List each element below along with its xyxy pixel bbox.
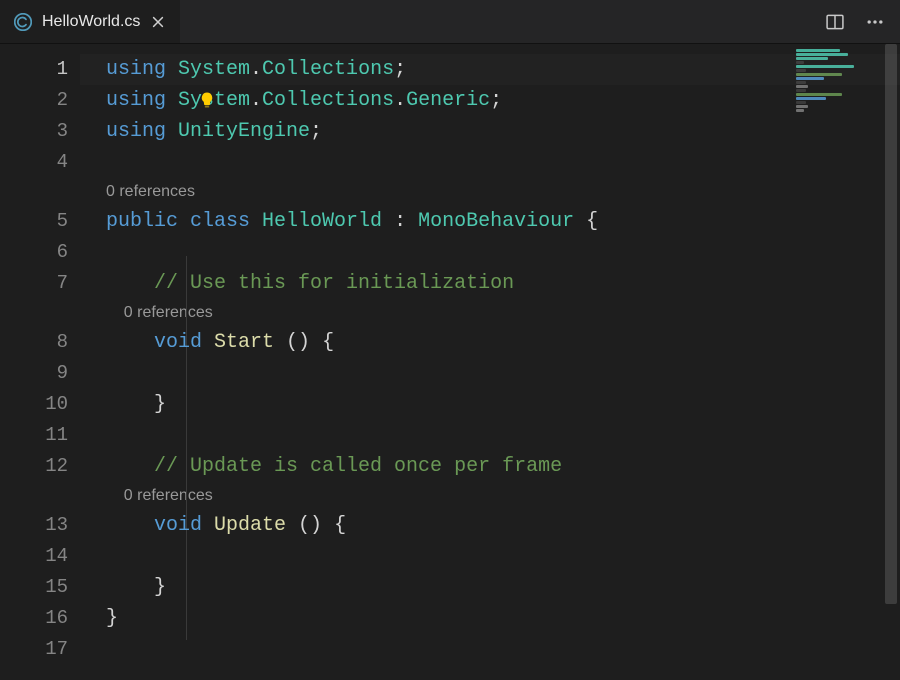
indent	[106, 362, 202, 385]
code-line[interactable]: }	[80, 389, 900, 420]
indent	[106, 393, 154, 416]
type: MonoBehaviour	[418, 210, 574, 233]
namespace: UnityEngine	[178, 120, 310, 143]
indent	[106, 576, 154, 599]
indent	[106, 545, 202, 568]
editor[interactable]: 1 2 3 4 5 6 7 8 9 10 11 12 13 14 15 16 1…	[0, 44, 900, 680]
line-number: 11	[0, 420, 80, 451]
split-editor-icon[interactable]	[824, 11, 846, 33]
code-line[interactable]	[80, 147, 900, 178]
code-line[interactable]: public class HelloWorld : MonoBehaviour …	[80, 206, 900, 237]
indent	[106, 304, 124, 321]
line-number: 6	[0, 237, 80, 268]
minimap-line	[796, 49, 840, 52]
tab-actions	[824, 0, 900, 43]
line-number-gutter: 1 2 3 4 5 6 7 8 9 10 11 12 13 14 15 16 1…	[0, 44, 80, 680]
line-number: 9	[0, 358, 80, 389]
indent	[106, 487, 124, 504]
method-name: Update	[214, 514, 286, 537]
namespace: Collections	[262, 89, 394, 112]
code-line[interactable]	[80, 358, 900, 389]
punct: }	[154, 576, 166, 599]
method-name: Start	[214, 331, 274, 354]
namespace: Collections	[262, 58, 394, 81]
punct: {	[322, 331, 334, 354]
indent	[106, 424, 154, 447]
keyword: using	[106, 58, 178, 81]
code-line[interactable]: // Update is called once per frame	[80, 451, 900, 482]
keyword: using	[106, 89, 178, 112]
codelens-text: 0 references	[124, 304, 213, 321]
code-line[interactable]: void Update () {	[80, 510, 900, 541]
indent	[106, 514, 154, 537]
codelens-references[interactable]: 0 references	[80, 299, 900, 327]
codelens-references[interactable]: 0 references	[80, 178, 900, 206]
codelens-references[interactable]: 0 references	[80, 482, 900, 510]
code-line[interactable]	[80, 634, 900, 665]
code-line[interactable]: using System.Collections;	[80, 54, 900, 85]
punct: {	[574, 210, 598, 233]
close-tab-icon[interactable]	[150, 14, 166, 30]
namespace: Generic	[406, 89, 490, 112]
file-tab[interactable]: HelloWorld.cs	[0, 0, 180, 43]
codelens-text: 0 references	[124, 487, 213, 504]
keyword: public	[106, 210, 190, 233]
keyword: void	[154, 514, 214, 537]
csharp-file-icon	[14, 13, 32, 31]
more-actions-icon[interactable]	[864, 11, 886, 33]
keyword: void	[154, 331, 214, 354]
indent	[106, 331, 154, 354]
punct: ;	[394, 58, 406, 81]
punct: ()	[274, 331, 322, 354]
indent	[106, 455, 154, 478]
line-number: 13	[0, 510, 80, 541]
code-line[interactable]: // Use this for initialization	[80, 268, 900, 299]
code-line[interactable]	[80, 541, 900, 572]
punct: .	[250, 89, 262, 112]
code-area[interactable]: using System.Collections; using System.C…	[80, 44, 900, 680]
punct: }	[154, 393, 166, 416]
tab-filename: HelloWorld.cs	[42, 13, 140, 31]
namespace: System	[178, 58, 250, 81]
punct: {	[334, 514, 346, 537]
keyword: class	[190, 210, 262, 233]
line-number: 5	[0, 206, 80, 237]
line-number: 12	[0, 451, 80, 482]
punct: :	[382, 210, 418, 233]
indent	[106, 272, 154, 295]
line-number: 7	[0, 268, 80, 299]
line-number: 10	[0, 389, 80, 420]
line-number: 2	[0, 85, 80, 116]
punct: .	[394, 89, 406, 112]
line-number: 17	[0, 634, 80, 665]
lightbulb-icon[interactable]	[198, 91, 216, 109]
code-line[interactable]: void Start () {	[80, 327, 900, 358]
line-number: 4	[0, 147, 80, 178]
line-number: 3	[0, 116, 80, 147]
code-line[interactable]: using UnityEngine;	[80, 116, 900, 147]
line-number: 1	[0, 54, 80, 85]
punct: ()	[286, 514, 334, 537]
punct: }	[106, 607, 118, 630]
line-number: 16	[0, 603, 80, 634]
editor-tab-bar: HelloWorld.cs	[0, 0, 900, 44]
punct: ;	[310, 120, 322, 143]
comment: // Use this for initialization	[154, 272, 514, 295]
punct: ;	[490, 89, 502, 112]
line-number: 15	[0, 572, 80, 603]
code-line[interactable]: }	[80, 603, 900, 634]
keyword: using	[106, 120, 178, 143]
code-line[interactable]	[80, 237, 900, 268]
code-line[interactable]	[80, 420, 900, 451]
comment: // Update is called once per frame	[154, 455, 562, 478]
line-number: 14	[0, 541, 80, 572]
line-number: 8	[0, 327, 80, 358]
punct: .	[250, 58, 262, 81]
code-line[interactable]: }	[80, 572, 900, 603]
class-name: HelloWorld	[262, 210, 382, 233]
